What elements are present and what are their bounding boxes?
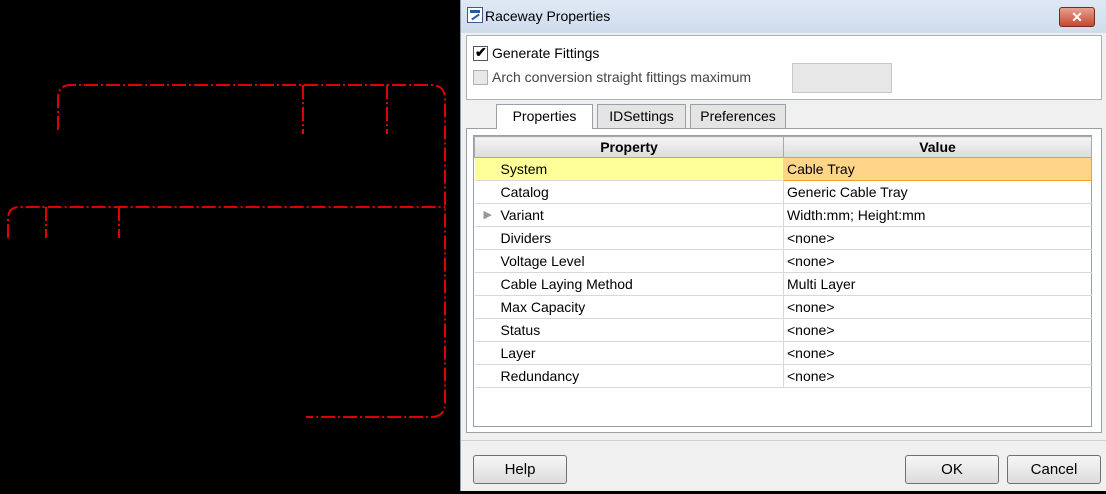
property-name: Cable Laying Method [474, 272, 784, 296]
property-column-header[interactable]: Property [474, 136, 784, 158]
property-name: Dividers [474, 226, 784, 250]
raceway-drawing [7, 84, 446, 418]
table-row[interactable]: System Cable Tray [474, 157, 1092, 181]
value-column-header[interactable]: Value [783, 136, 1092, 158]
generate-fittings-label: Generate Fittings [492, 45, 600, 61]
property-value[interactable]: <none> [783, 226, 1092, 250]
property-name: Catalog [474, 180, 784, 204]
property-name: Max Capacity [474, 295, 784, 319]
table-row[interactable]: Cable Laying Method Multi Layer [474, 272, 1092, 296]
property-value[interactable]: Cable Tray [783, 157, 1092, 181]
arch-conversion-max-input[interactable] [792, 63, 892, 93]
property-name-variant: ▶ Variant [474, 203, 784, 227]
raceway-lower-run [7, 206, 445, 238]
dialog-titlebar[interactable]: Raceway Properties ✕ [461, 0, 1106, 33]
property-value[interactable]: <none> [783, 341, 1092, 365]
checkmark-icon: ✔ [475, 44, 487, 60]
table-row[interactable]: ▶ Variant Width:mm; Height:mm [474, 203, 1092, 227]
property-value[interactable]: <none> [783, 318, 1092, 342]
property-grid[interactable]: Property Value System Cable Tray Catalog… [473, 135, 1092, 427]
dialog-title: Raceway Properties [485, 8, 611, 24]
generate-fittings-checkbox[interactable]: ✔ [473, 44, 488, 61]
tab-properties[interactable]: Properties [496, 104, 593, 129]
raceway-upper-run [57, 84, 446, 418]
grid-header-row: Property Value [474, 136, 1092, 158]
property-value[interactable]: Generic Cable Tray [783, 180, 1092, 204]
close-icon: ✕ [1071, 9, 1083, 25]
property-value[interactable]: <none> [783, 364, 1092, 388]
property-value[interactable]: Width:mm; Height:mm [783, 203, 1092, 227]
table-row[interactable]: Layer <none> [474, 341, 1092, 365]
tab-idsettings[interactable]: IDSettings [597, 104, 686, 128]
table-row[interactable]: Max Capacity <none> [474, 295, 1092, 319]
cad-canvas[interactable] [0, 0, 460, 491]
property-value[interactable]: <none> [783, 295, 1092, 319]
footer-divider [461, 440, 1106, 441]
property-name: Redundancy [474, 364, 784, 388]
property-name: Voltage Level [474, 249, 784, 273]
arch-conversion-label: Arch conversion straight fittings maximu… [492, 69, 752, 85]
table-row[interactable]: Dividers <none> [474, 226, 1092, 250]
cancel-button[interactable]: Cancel [1007, 455, 1101, 484]
close-button[interactable]: ✕ [1059, 7, 1095, 27]
tab-preferences[interactable]: Preferences [690, 104, 786, 128]
property-name: Layer [474, 341, 784, 365]
property-value[interactable]: <none> [783, 249, 1092, 273]
table-row[interactable]: Redundancy <none> [474, 364, 1092, 388]
property-table: Property Value System Cable Tray Catalog… [474, 136, 1092, 388]
table-row[interactable]: Status <none> [474, 318, 1092, 342]
property-value[interactable]: Multi Layer [783, 272, 1092, 296]
raceway-properties-dialog: Raceway Properties ✕ ✔ Generate Fittings… [460, 0, 1106, 491]
property-name: System [474, 157, 784, 181]
properties-tab-panel: Property Value System Cable Tray Catalog… [466, 128, 1102, 433]
expand-arrow-icon[interactable]: ▶ [484, 208, 492, 221]
property-name: Status [474, 318, 784, 342]
arch-conversion-checkbox[interactable] [473, 70, 488, 85]
help-button[interactable]: Help [473, 455, 567, 484]
table-row[interactable]: Voltage Level <none> [474, 249, 1092, 273]
table-row[interactable]: Catalog Generic Cable Tray [474, 180, 1092, 204]
ok-button[interactable]: OK [905, 455, 999, 484]
fitting-options: ✔ Generate Fittings Arch conversion stra… [466, 35, 1102, 100]
property-name: Variant [500, 207, 544, 223]
app-icon [467, 7, 483, 23]
